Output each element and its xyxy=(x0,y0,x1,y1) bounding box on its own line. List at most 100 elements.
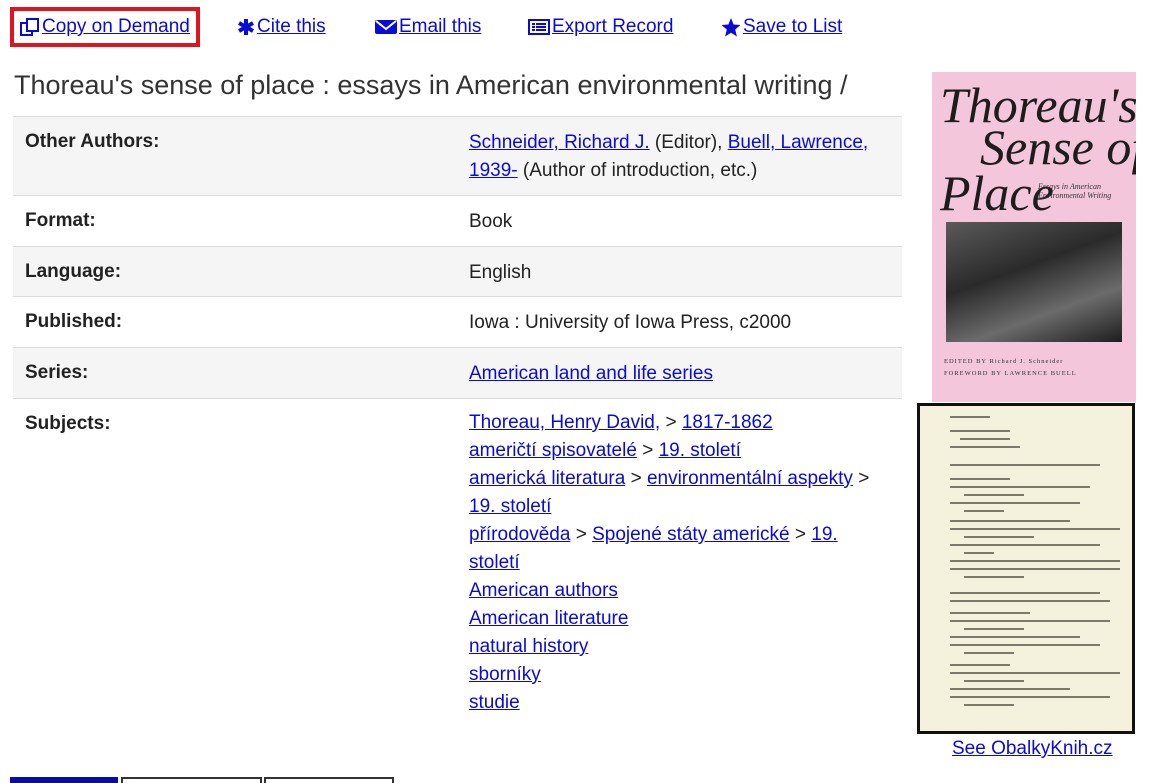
toc-text-line xyxy=(950,688,1070,690)
toc-text-line xyxy=(950,464,1100,466)
subject-line: sborníky xyxy=(469,661,888,689)
save-to-list-label: Save to List xyxy=(743,16,843,37)
export-record-link[interactable]: Export Record xyxy=(528,7,673,47)
table-of-contents-image[interactable] xyxy=(917,403,1135,734)
toc-text-line xyxy=(950,446,1020,448)
subject-line: Thoreau, Henry David, > 1817-1862 xyxy=(469,409,888,437)
see-obalkyknih-link[interactable]: See ObalkyKnih.cz xyxy=(952,738,1113,760)
cover-foreword-line: FOREWORD BY LAWRENCE BUELL xyxy=(944,370,1077,377)
toc-text-line xyxy=(960,438,1010,440)
published-value: Iowa : University of Iowa Press, c2000 xyxy=(469,312,792,333)
subject-link[interactable]: Thoreau, Henry David, xyxy=(469,412,660,433)
toc-text-line xyxy=(950,644,1100,646)
cover-title-line: Place xyxy=(940,165,1054,221)
export-record-label: Export Record xyxy=(552,16,674,37)
subject-link[interactable]: natural history xyxy=(469,636,588,657)
toc-text-line xyxy=(964,576,1024,578)
toc-text-line xyxy=(964,510,1004,512)
table-row: Subjects: Thoreau, Henry David, > 1817-1… xyxy=(13,398,902,739)
table-row: Format: Book xyxy=(13,195,902,247)
author-link[interactable]: Schneider, Richard J. xyxy=(469,132,650,153)
toc-text-line xyxy=(950,672,1120,674)
toc-text-line xyxy=(950,620,1110,622)
toc-text-line xyxy=(964,652,1014,654)
cover-title-line: Sense of xyxy=(980,119,1136,175)
cite-this-link[interactable]: Cite this xyxy=(237,7,326,47)
table-row: Series: American land and life series xyxy=(13,347,902,399)
toc-text-line xyxy=(964,536,1034,538)
toc-text-line xyxy=(950,592,1100,594)
toc-text-line xyxy=(950,430,1010,432)
subject-link[interactable]: American literature xyxy=(469,608,628,629)
subject-link[interactable]: environmentální aspekty xyxy=(647,468,853,489)
cover-illustration xyxy=(946,222,1122,342)
subject-link[interactable]: přírodověda xyxy=(469,524,570,545)
subject-link[interactable]: American authors xyxy=(469,580,618,601)
subject-line: studie xyxy=(469,689,888,717)
cover-credits: EDITED BY Richard J. Schneider FOREWORD … xyxy=(944,356,1134,380)
subject-separator: > xyxy=(630,468,642,489)
series-value: American land and life series xyxy=(469,348,902,399)
subject-link[interactable]: americká literatura xyxy=(469,468,625,489)
author-role: (Editor), xyxy=(654,132,723,153)
book-cover-image[interactable]: Thoreau's Sense of Place Essays in Ameri… xyxy=(932,72,1136,402)
table-row: Language: English xyxy=(13,246,902,297)
toc-text-line xyxy=(950,560,1120,562)
save-to-list-link[interactable]: Save to List xyxy=(721,7,842,47)
toc-text-line xyxy=(950,612,1030,614)
tab[interactable] xyxy=(121,777,262,783)
subject-separator: > xyxy=(642,440,654,461)
table-row: Published: Iowa : University of Iowa Pre… xyxy=(13,296,902,348)
copy-icon xyxy=(20,18,39,36)
subject-separator: > xyxy=(794,524,806,545)
other-authors-value: Schneider, Richard J. (Editor), Buell, L… xyxy=(469,117,902,196)
toc-text-line xyxy=(964,680,1024,682)
series-link[interactable]: American land and life series xyxy=(469,363,713,384)
toc-text-line xyxy=(964,704,1014,706)
cover-subtitle: Essays in American Environmental Writing xyxy=(1038,182,1112,200)
published-label: Published: xyxy=(25,311,123,332)
email-this-link[interactable]: Email this xyxy=(375,7,481,47)
toc-text-line xyxy=(964,628,1024,630)
subject-line: American authors xyxy=(469,577,888,605)
toc-text-line xyxy=(950,600,1110,602)
other-authors-label: Other Authors: xyxy=(25,131,160,152)
tab-active[interactable] xyxy=(10,777,118,783)
tab[interactable] xyxy=(264,777,394,783)
subject-link[interactable]: američtí spisovatelé xyxy=(469,440,637,461)
format-label: Format: xyxy=(25,210,96,231)
subject-link[interactable]: sborníky xyxy=(469,664,541,685)
subject-line: natural history xyxy=(469,633,888,661)
subjects-value: Thoreau, Henry David, > 1817-1862 američ… xyxy=(469,399,902,739)
subject-link[interactable]: 19. století xyxy=(469,496,551,517)
copy-on-demand-link[interactable]: Copy on Demand xyxy=(10,7,200,47)
subject-separator: > xyxy=(665,412,677,433)
toc-text-line xyxy=(950,486,1090,488)
subject-link[interactable]: Spojené státy americké xyxy=(592,524,790,545)
email-this-label: Email this xyxy=(399,16,482,37)
toc-text-line xyxy=(950,696,1110,698)
subject-line: přírodověda > Spojené státy americké > 1… xyxy=(469,521,888,577)
subject-line: americká literatura > environmentální as… xyxy=(469,465,888,521)
toc-text-line xyxy=(950,528,1120,530)
subject-separator: > xyxy=(858,468,870,489)
subject-line: American literature xyxy=(469,605,888,633)
subject-link[interactable]: 19. století xyxy=(659,440,741,461)
toc-text-line xyxy=(950,502,1080,504)
toc-text-line xyxy=(950,544,1100,546)
record-tabs xyxy=(10,777,410,783)
copy-on-demand-label: Copy on Demand xyxy=(42,16,190,37)
toc-text-line xyxy=(964,494,1024,496)
subjects-label: Subjects: xyxy=(25,413,111,434)
subject-link[interactable]: studie xyxy=(469,692,520,713)
toc-text-line xyxy=(964,552,994,554)
toc-text-line xyxy=(950,568,1120,570)
toc-text-line xyxy=(950,520,1070,522)
language-value: English xyxy=(469,262,532,283)
author-role: (Author of introduction, etc.) xyxy=(522,160,758,181)
asterisk-icon xyxy=(238,19,254,35)
record-title: Thoreau's sense of place : essays in Ame… xyxy=(14,70,848,100)
toc-text-line xyxy=(950,664,1010,666)
subject-link[interactable]: 1817-1862 xyxy=(682,412,773,433)
cite-this-label: Cite this xyxy=(257,16,326,37)
